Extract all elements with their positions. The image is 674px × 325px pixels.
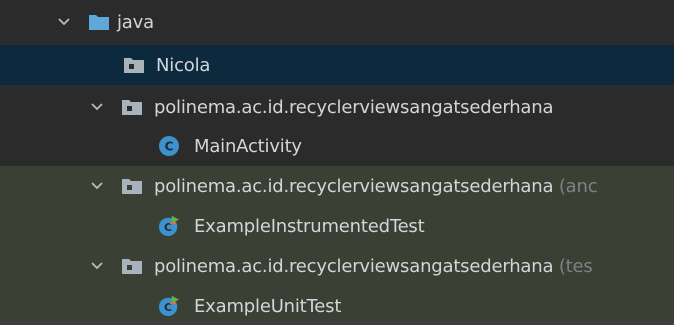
source-set-hint: (anc xyxy=(558,175,598,197)
class-icon: C xyxy=(158,136,180,156)
tree-row-main-activity[interactable]: C MainActivity xyxy=(0,126,674,166)
package-folder-icon xyxy=(121,256,143,276)
chevron-down-icon[interactable] xyxy=(86,96,108,118)
tree-item-label: ExampleInstrumentedTest xyxy=(194,215,425,237)
package-folder-icon xyxy=(121,176,143,196)
tree-item-label: MainActivity xyxy=(194,135,302,157)
tree-item-label: polinema.ac.id.recyclerviewsangatsederha… xyxy=(154,256,593,277)
test-class-icon: C xyxy=(158,295,180,317)
package-folder-icon xyxy=(123,55,145,75)
tree-row-unit-test[interactable]: C ExampleUnitTest xyxy=(0,286,674,325)
tree-row-java[interactable]: java xyxy=(0,2,674,42)
chevron-down-icon[interactable] xyxy=(86,175,108,197)
test-class-icon: C xyxy=(158,215,180,237)
tree-item-label: java xyxy=(117,11,154,33)
package-name: polinema.ac.id.recyclerviewsangatsederha… xyxy=(154,175,554,197)
tree-item-label: Nicola xyxy=(156,54,211,76)
tree-row-unit-test-package[interactable]: polinema.ac.id.recyclerviewsangatsederha… xyxy=(0,246,674,286)
package-folder-icon xyxy=(121,97,143,117)
tree-item-label: polinema.ac.id.recyclerviewsangatsederha… xyxy=(154,175,598,197)
svg-text:C: C xyxy=(165,140,174,154)
tree-row-main-package[interactable]: polinema.ac.id.recyclerviewsangatsederha… xyxy=(0,87,674,127)
project-tree-panel: java Nicola polinema.ac.id.recyclerviews… xyxy=(0,0,674,325)
tree-item-label: polinema.ac.id.recyclerviewsangatsederha… xyxy=(154,96,554,118)
tree-row-instrumented-test[interactable]: C ExampleInstrumentedTest xyxy=(0,206,674,246)
source-folder-icon xyxy=(88,12,110,32)
package-name: polinema.ac.id.recyclerviewsangatsederha… xyxy=(154,255,554,277)
chevron-down-icon[interactable] xyxy=(53,11,75,33)
tree-item-label: ExampleUnitTest xyxy=(194,295,342,317)
tree-row-nicola[interactable]: Nicola xyxy=(0,45,674,85)
tree-row-android-test-package[interactable]: polinema.ac.id.recyclerviewsangatsederha… xyxy=(0,166,674,206)
panel-bottom-border xyxy=(0,321,674,325)
source-set-hint: (tes xyxy=(558,255,593,277)
chevron-down-icon[interactable] xyxy=(86,255,108,277)
